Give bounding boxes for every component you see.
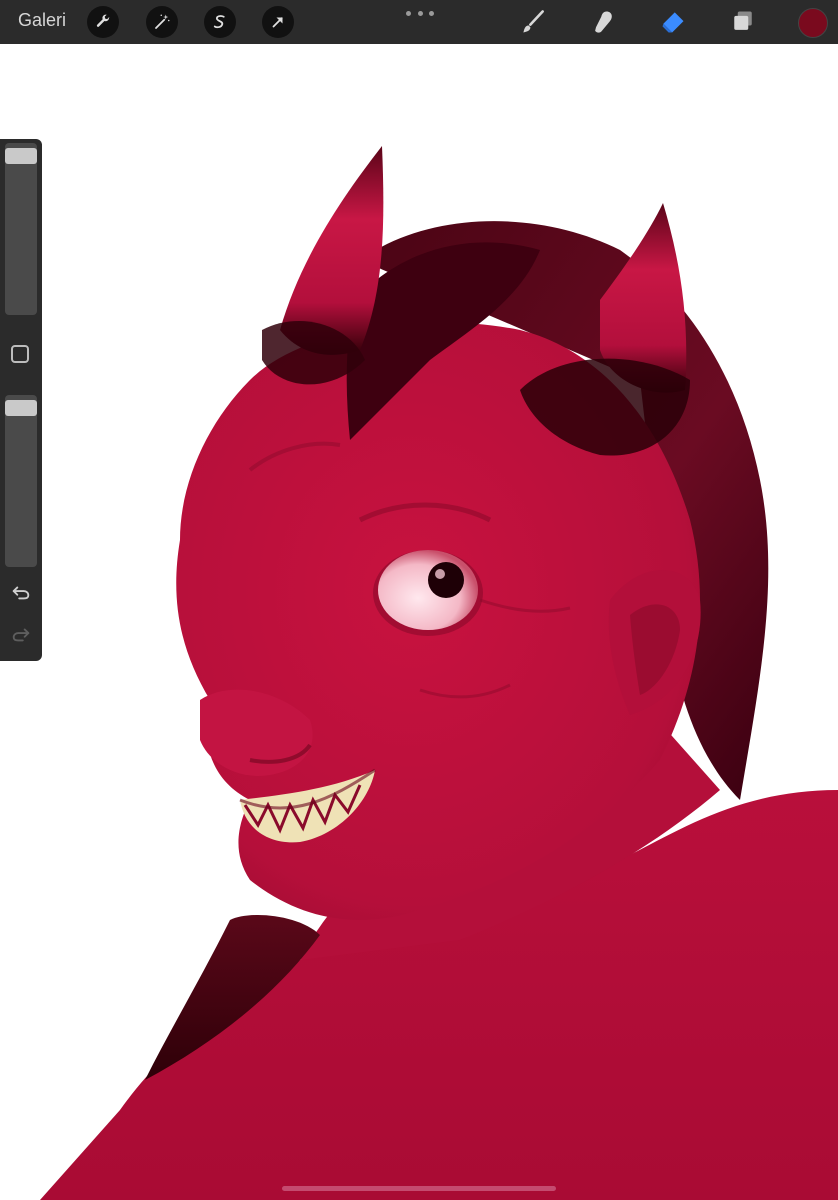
layers-icon [734, 11, 752, 30]
dot-icon [417, 10, 423, 16]
transform-arrow-icon [272, 17, 283, 28]
drawing-canvas[interactable] [0, 44, 838, 1200]
modify-square-button[interactable] [11, 345, 29, 363]
transform-button[interactable] [262, 6, 294, 38]
top-toolbar: Galeri [0, 0, 838, 44]
eye-white [378, 550, 478, 630]
selection-button[interactable] [204, 6, 236, 38]
eye-highlight [435, 569, 445, 579]
devil-artwork [40, 146, 838, 1200]
magic-wand-icon [155, 14, 170, 29]
gallery-button[interactable]: Galeri [18, 10, 66, 31]
eraser-tool-button[interactable] [657, 6, 689, 38]
selection-s-icon [213, 15, 225, 29]
procreate-app: Galeri [0, 0, 838, 1200]
brush-tool-button[interactable] [517, 6, 549, 38]
eye-pupil [428, 562, 464, 598]
home-indicator-bar[interactable] [282, 1186, 556, 1191]
brush-size-slider[interactable] [5, 143, 37, 315]
brush-icon [523, 10, 544, 33]
wrench-icon [96, 14, 110, 27]
brush-size-slider-thumb[interactable] [5, 148, 37, 165]
undo-icon [12, 586, 30, 600]
adjustments-button[interactable] [146, 6, 178, 38]
undo-button[interactable] [9, 580, 33, 604]
redo-icon [12, 628, 30, 642]
opacity-slider[interactable] [5, 395, 37, 567]
layers-button[interactable] [727, 6, 759, 38]
smudge-icon [595, 11, 612, 33]
dot-icon [429, 10, 434, 16]
opacity-slider-thumb[interactable] [5, 400, 37, 417]
actions-button[interactable] [87, 6, 119, 38]
redo-button[interactable] [9, 622, 33, 646]
side-panel [0, 139, 42, 661]
more-options-menu[interactable] [406, 6, 434, 20]
eraser-icon [662, 12, 684, 33]
color-picker-swatch[interactable] [798, 8, 828, 38]
smudge-tool-button[interactable] [587, 6, 619, 38]
dot-icon [406, 10, 411, 16]
